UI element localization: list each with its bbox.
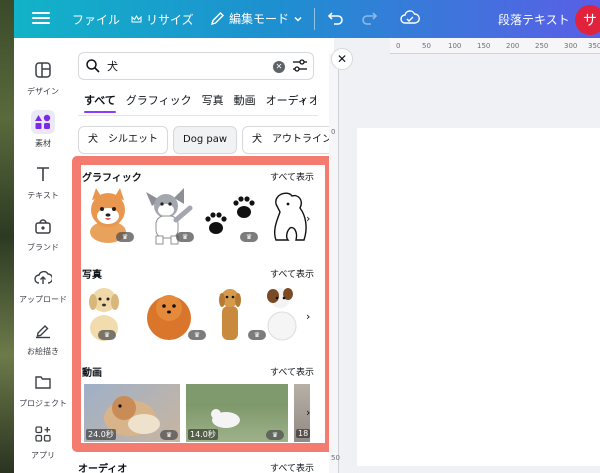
ruler-tick: 150 bbox=[477, 42, 491, 50]
toolbar-divider bbox=[314, 8, 315, 30]
upload-icon bbox=[31, 266, 55, 290]
ruler-tick: 100 bbox=[448, 42, 462, 50]
sidebar-item-elements[interactable]: 素材 bbox=[14, 104, 72, 154]
tab-all[interactable]: すべて bbox=[84, 92, 116, 113]
sidebar-item-draw[interactable]: お絵描き bbox=[14, 312, 72, 362]
audio-see-all-link[interactable]: すべて表示 bbox=[270, 461, 314, 473]
chip-dog-silhouette[interactable]: 犬 シルエット bbox=[78, 126, 168, 154]
search-icon bbox=[86, 59, 100, 73]
elements-panel: ✕ すべてグラフィック写真動画オーディオ › 犬 シルエットDog paw犬 ア… bbox=[72, 38, 334, 473]
ruler-tick: 0 bbox=[331, 128, 336, 136]
chip-dog-outline[interactable]: 犬 アウトライン bbox=[242, 126, 334, 154]
search-input[interactable] bbox=[107, 57, 257, 75]
ruler-tick: 300 bbox=[564, 42, 578, 50]
results-highlight-frame bbox=[72, 156, 334, 452]
sidebar-item-label: ブランド bbox=[27, 243, 59, 252]
save-status-button[interactable] bbox=[400, 9, 420, 30]
ruler-tick: 200 bbox=[506, 42, 520, 50]
resize-button[interactable]: リサイズ bbox=[131, 11, 194, 28]
redo-button[interactable] bbox=[360, 9, 378, 30]
sidebar-item-label: 素材 bbox=[35, 139, 51, 148]
suggestion-chips: 犬 シルエット Dog paw 犬 アウトライン bbox=[78, 126, 334, 156]
sidebar-item-label: デザイン bbox=[27, 87, 59, 96]
resize-label: リサイズ bbox=[146, 13, 194, 27]
layout-icon bbox=[31, 58, 55, 82]
pencil-icon bbox=[210, 12, 224, 26]
text-style-label[interactable]: 段落テキスト bbox=[498, 11, 570, 28]
filter-icon[interactable] bbox=[292, 58, 308, 74]
draw-icon bbox=[31, 318, 55, 342]
horizontal-ruler: 0 50 100 150 200 250 300 350 bbox=[390, 38, 600, 54]
sidebar-item-projects[interactable]: プロジェクト bbox=[14, 364, 72, 414]
file-menu-label: ファイル bbox=[72, 13, 121, 27]
sidebar-item-apps[interactable]: アプリ bbox=[14, 416, 72, 466]
close-panel-button[interactable]: ✕ bbox=[331, 48, 353, 70]
top-toolbar: ファイル リサイズ 編集モード 段落テキスト サ bbox=[14, 0, 600, 38]
sidebar-item-text[interactable]: テキスト bbox=[14, 156, 72, 206]
clear-search-icon[interactable]: ✕ bbox=[273, 61, 285, 73]
crown-icon bbox=[131, 15, 142, 23]
elements-icon bbox=[31, 110, 55, 134]
ruler-tick: 350 bbox=[588, 42, 600, 50]
redo-icon bbox=[362, 12, 378, 25]
chevron-down-icon bbox=[294, 16, 302, 22]
sidebar-item-label: アップロード bbox=[19, 295, 67, 304]
chip-dog-paw[interactable]: Dog paw bbox=[173, 126, 237, 154]
ruler-tick: 50 bbox=[331, 454, 340, 462]
sidebar-item-brand[interactable]: ブランド bbox=[14, 208, 72, 258]
tab-photos[interactable]: 写真 bbox=[202, 92, 224, 108]
sidebar-item-label: お絵描き bbox=[27, 347, 59, 356]
design-canvas-page[interactable] bbox=[357, 128, 600, 466]
sidebar-item-upload[interactable]: アップロード bbox=[14, 260, 72, 310]
undo-button[interactable] bbox=[327, 9, 345, 30]
file-menu[interactable]: ファイル bbox=[72, 11, 120, 28]
background-photo-strip bbox=[0, 0, 14, 473]
close-icon: ✕ bbox=[336, 52, 348, 66]
sidebar-item-label: アプリ bbox=[31, 451, 55, 460]
apps-icon bbox=[31, 422, 55, 446]
tab-videos[interactable]: 動画 bbox=[234, 92, 256, 108]
cloud-check-icon bbox=[400, 10, 420, 24]
folder-icon bbox=[31, 370, 55, 394]
vertical-ruler: 0 50 bbox=[329, 54, 340, 473]
edit-mode-dropdown[interactable]: 編集モード bbox=[210, 10, 303, 27]
category-tabs: すべて グラフィック 写真 動画 オーディオ bbox=[84, 92, 316, 114]
ruler-tick: 0 bbox=[396, 42, 401, 50]
tabs-scroll-right-icon[interactable]: › bbox=[301, 93, 306, 107]
search-box: ✕ bbox=[78, 52, 314, 80]
avatar[interactable]: サ bbox=[575, 5, 600, 35]
text-icon bbox=[31, 162, 55, 186]
sidebar-item-label: プロジェクト bbox=[19, 399, 67, 408]
undo-icon bbox=[327, 12, 343, 25]
edit-mode-label: 編集モード bbox=[229, 12, 290, 26]
tabs-divider bbox=[78, 115, 318, 116]
tab-graphics[interactable]: グラフィック bbox=[126, 92, 192, 108]
ruler-tick: 50 bbox=[422, 42, 431, 50]
brand-icon bbox=[31, 214, 55, 238]
sidebar-item-label: テキスト bbox=[27, 191, 59, 200]
ruler-tick: 250 bbox=[535, 42, 549, 50]
tab-audio[interactable]: オーディオ bbox=[266, 92, 316, 108]
sidebar: デザイン 素材 テキスト ブランド アップロード お絵描き プロジェクト アプリ bbox=[14, 38, 72, 473]
audio-section-title: オーディオ bbox=[78, 464, 128, 473]
sidebar-item-design[interactable]: デザイン bbox=[14, 52, 72, 102]
menu-icon[interactable] bbox=[32, 9, 50, 27]
